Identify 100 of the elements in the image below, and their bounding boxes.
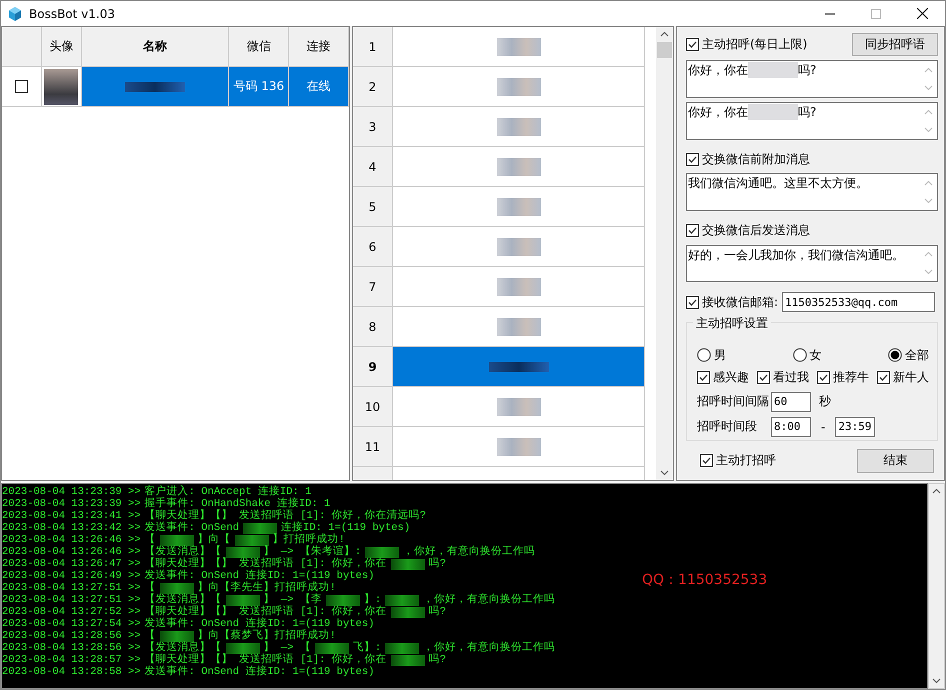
column-header[interactable]: 名称 — [82, 27, 230, 67]
interval-field[interactable]: 60 — [771, 392, 811, 412]
chevron-down-icon[interactable] — [660, 470, 669, 476]
log-text: 连接ID: 1=(119 bytes) — [281, 522, 410, 534]
greeting-text: 吗? — [798, 104, 816, 122]
candidate-row[interactable] — [393, 347, 645, 387]
log-timestamp: 2023-08-04 13:28:58 >> — [2, 666, 141, 678]
redaction-block — [390, 606, 425, 618]
avatar-placeholder — [44, 68, 78, 104]
log-timestamp: 2023-08-04 13:27:54 >> — [2, 618, 141, 630]
log-text: 发送事件: OnSend — [144, 522, 240, 534]
chevron-down-icon[interactable] — [932, 678, 941, 684]
log-timestamp: 2023-08-04 13:27:51 >> — [2, 582, 141, 594]
filter-checkbox[interactable]: 感兴趣 — [697, 368, 749, 386]
row-number: 6 — [353, 227, 393, 267]
chevron-up-icon[interactable] — [932, 488, 941, 494]
message-checkbox[interactable]: 交换微信前附加消息 — [686, 151, 810, 168]
redaction-block — [385, 594, 420, 606]
row-number: 5 — [353, 187, 393, 227]
redaction-block — [496, 238, 540, 256]
greeting-checkbox[interactable]: 主动招呼(每日上限) — [686, 36, 808, 54]
close-icon — [916, 8, 928, 19]
unit-label: 秒 — [819, 393, 831, 410]
redaction-block — [160, 630, 194, 642]
redaction-block — [496, 38, 540, 56]
greeting-text: 吗? — [798, 62, 816, 80]
column-header[interactable]: 微信 — [229, 27, 290, 67]
redaction-block — [226, 594, 260, 606]
log-text: 发送事件: OnSend 连接ID: 1=(119 bytes) — [144, 570, 374, 582]
end-time-field[interactable]: 23:59 — [835, 416, 876, 437]
redaction-block — [385, 642, 420, 654]
chevron-up-icon[interactable] — [660, 31, 669, 37]
window-title: BossBot v1.03 — [29, 6, 115, 20]
redaction-block — [488, 362, 548, 372]
redaction-block — [496, 78, 540, 96]
row-number: 4 — [353, 147, 393, 187]
log-text: 【发送消息】【 — [144, 642, 222, 654]
log-text: 【 — [144, 630, 156, 642]
sync-greetings-button[interactable]: 同步招呼语 — [852, 33, 938, 56]
auto-greet-checkbox[interactable]: 主动打招呼 — [700, 452, 776, 470]
gender-radio[interactable]: 女 — [792, 346, 822, 364]
log-text: 【发送消息】【 — [144, 546, 222, 558]
log-timestamp: 2023-08-04 13:28:57 >> — [2, 654, 141, 666]
log-text: 】 —> 【李 — [264, 594, 322, 606]
log-timestamp: 2023-08-04 13:27:51 >> — [2, 594, 141, 606]
log-timestamp: 2023-08-04 13:23:39 >> — [2, 486, 141, 498]
log-text: 【聊天处理】【】 发送招呼语 [1]: 你好，你在 — [144, 606, 387, 618]
filter-checkbox[interactable]: 看过我 — [757, 368, 809, 386]
column-header[interactable]: 连接 — [289, 27, 350, 67]
row-number: 8 — [353, 307, 393, 347]
log-timestamp: 2023-08-04 13:27:52 >> — [2, 606, 141, 618]
row-number: 9 — [353, 347, 393, 387]
log-text: ，你好，有意向换份工作吗 — [423, 642, 556, 654]
column-header[interactable]: 头像 — [42, 27, 82, 67]
redaction-block — [390, 558, 425, 570]
scrollbar-thumb[interactable] — [657, 42, 672, 58]
redaction-block — [326, 594, 360, 606]
message-text: 我们微信沟通吧。这里不太方便。 — [687, 175, 869, 192]
redaction-block — [160, 582, 194, 594]
redaction-block — [748, 62, 798, 78]
log-text: 吗? — [428, 558, 446, 570]
row-number: 10 — [353, 387, 393, 427]
email-checkbox[interactable]: 接收微信邮箱: — [686, 294, 778, 311]
redaction-block — [243, 522, 278, 534]
filter-checkbox[interactable]: 推荐牛 — [817, 368, 869, 386]
message-text: 好的，一会儿我加你，我们微信沟通吧。 — [687, 246, 905, 264]
message-checkbox[interactable]: 交换微信后发送消息 — [686, 222, 810, 240]
log-timestamp: 2023-08-04 13:23:42 >> — [2, 522, 141, 534]
start-time-field[interactable]: 8:00 — [771, 416, 811, 437]
gender-radio[interactable]: 全部 — [888, 346, 929, 364]
log-timestamp: 2023-08-04 13:26:49 >> — [2, 570, 141, 582]
log-text: 吗? — [428, 606, 446, 618]
redaction-block — [496, 278, 540, 296]
log-text: ，你好，有意向换份工作吗 — [403, 546, 536, 558]
filter-checkbox[interactable]: 新牛人 — [877, 368, 929, 386]
redaction-block — [496, 398, 540, 416]
gender-radio[interactable]: 男 — [697, 346, 726, 364]
redaction-block — [496, 438, 540, 456]
maximize-icon — [871, 8, 881, 18]
email-field[interactable]: 1150352533@qq.com — [782, 292, 936, 312]
log-text: 【 — [144, 582, 156, 594]
redaction-block — [125, 82, 186, 92]
row-number: 1 — [353, 27, 393, 67]
log-text: 】向【蔡梦飞】打招呼成功! — [198, 630, 336, 642]
end-button[interactable]: 结束 — [857, 448, 934, 473]
checkbox[interactable] — [14, 80, 28, 93]
redaction-block — [390, 654, 425, 666]
log-text: 】: — [364, 594, 382, 606]
log-text: 吗? — [428, 654, 446, 666]
scrollbar[interactable] — [656, 27, 673, 480]
redaction-block — [496, 158, 540, 176]
greeting-text: 你好，你在 — [688, 62, 748, 80]
redaction-block — [748, 104, 798, 120]
log-text: 客户进入: OnAccept 连接ID: 1 — [144, 486, 312, 498]
log-timestamp: 2023-08-04 13:23:41 >> — [2, 510, 141, 522]
log-text: 【聊天处理】【】 发送招呼语 [1]: 你好，你在清远吗? — [144, 510, 426, 522]
scrollbar[interactable] — [928, 483, 945, 689]
log-text: 】 —> 【朱考谊】: — [264, 546, 362, 558]
log-text: 握手事件: OnHandShake 连接ID: 1 — [144, 498, 330, 510]
redaction-block — [365, 546, 400, 558]
